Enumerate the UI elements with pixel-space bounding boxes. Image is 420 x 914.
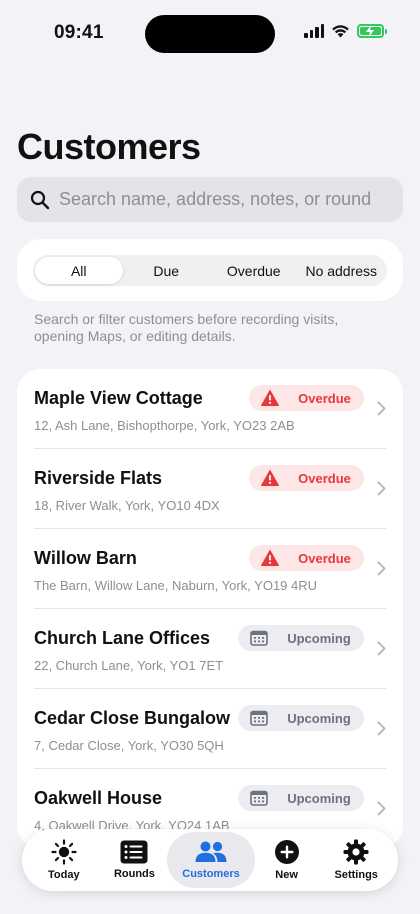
filter-all[interactable]: All xyxy=(35,257,123,284)
battery-icon xyxy=(357,24,387,38)
customer-name: Church Lane Offices xyxy=(34,628,211,648)
cellular-signal-icon xyxy=(304,24,324,38)
tab-bar: Today Rounds Customers New Settings xyxy=(22,829,398,891)
customer-name: Cedar Close Bungalow xyxy=(34,708,231,728)
customer-name: Oakwell House xyxy=(34,788,163,808)
status-label: Overdue xyxy=(298,550,351,566)
tab-label: Rounds xyxy=(113,868,155,880)
customer-address: 7, Cedar Close, York, YO30 5QH xyxy=(34,738,224,753)
customer-row[interactable]: Maple View Cottage Overdue 12, Ash Lane,… xyxy=(17,369,403,449)
customer-address: 18, River Walk, York, YO10 4DX xyxy=(34,498,220,513)
tab-label: New xyxy=(275,869,298,881)
dynamic-island xyxy=(145,15,275,53)
status-badge: Overdue xyxy=(249,385,364,411)
customers-screen: 09:41 Customers All xyxy=(0,0,420,914)
chevron-right-icon xyxy=(377,801,386,816)
filter-due[interactable]: Due xyxy=(123,257,211,284)
chevron-right-icon xyxy=(377,481,386,496)
status-bar: 09:41 xyxy=(0,0,420,62)
tab-label: Settings xyxy=(334,869,378,881)
status-label: Overdue xyxy=(298,390,351,406)
chevron-right-icon xyxy=(377,721,386,736)
warning-icon xyxy=(261,390,279,406)
customer-row[interactable]: Church Lane Offices Upcoming 22, Church … xyxy=(17,609,403,689)
chevron-right-icon xyxy=(377,561,386,576)
sun-icon xyxy=(51,839,77,865)
status-badge: Overdue xyxy=(249,465,364,491)
customer-name: Maple View Cottage xyxy=(34,388,203,408)
search-bar[interactable] xyxy=(17,177,403,222)
customer-row[interactable]: Willow Barn Overdue The Barn, Willow Lan… xyxy=(17,529,403,609)
tab-new[interactable]: New xyxy=(255,832,319,888)
customer-address: 22, Church Lane, York, YO1 7ET xyxy=(34,658,224,673)
tab-label: Customers xyxy=(182,868,240,880)
status-icons xyxy=(304,24,387,38)
calendar-icon xyxy=(250,790,268,806)
status-label: Upcoming xyxy=(287,630,351,646)
status-label: Overdue xyxy=(298,470,351,486)
chevron-right-icon xyxy=(377,401,386,416)
tab-settings[interactable]: Settings xyxy=(318,832,394,888)
wifi-icon xyxy=(332,25,349,38)
customer-name: Riverside Flats xyxy=(34,468,163,488)
tab-rounds[interactable]: Rounds xyxy=(102,832,168,888)
status-badge: Upcoming xyxy=(238,785,364,811)
calendar-icon xyxy=(250,630,268,646)
tab-label: Today xyxy=(48,869,80,881)
search-icon xyxy=(30,190,50,209)
status-badge: Overdue xyxy=(249,545,364,571)
helper-text: Search or filter customers before record… xyxy=(34,311,339,344)
gear-icon xyxy=(343,839,369,865)
calendar-icon xyxy=(250,710,268,726)
status-time: 09:41 xyxy=(54,22,104,43)
warning-icon xyxy=(261,470,279,486)
tab-today[interactable]: Today xyxy=(26,832,102,888)
status-label: Upcoming xyxy=(287,710,351,726)
status-label: Upcoming xyxy=(287,790,351,806)
filter-no-address[interactable]: No address xyxy=(298,257,386,284)
customer-address: The Barn, Willow Lane, Naburn, York, YO1… xyxy=(34,578,318,593)
filter-segmented-control: All Due Overdue No address xyxy=(33,255,387,286)
status-badge: Upcoming xyxy=(238,625,364,651)
customer-list: Maple View Cottage Overdue 12, Ash Lane,… xyxy=(17,369,403,849)
page-title: Customers xyxy=(17,126,201,167)
customer-row[interactable]: Cedar Close Bungalow Upcoming 7, Cedar C… xyxy=(17,689,403,769)
filter-card: All Due Overdue No address xyxy=(17,239,403,301)
people-icon xyxy=(195,841,227,862)
customer-row[interactable]: Riverside Flats Overdue 18, River Walk, … xyxy=(17,449,403,529)
list-icon xyxy=(120,840,148,864)
warning-icon xyxy=(261,550,279,566)
customer-address: 12, Ash Lane, Bishopthorpe, York, YO23 2… xyxy=(34,418,295,433)
filter-overdue[interactable]: Overdue xyxy=(210,257,298,284)
status-badge: Upcoming xyxy=(238,705,364,731)
tab-customers[interactable]: Customers xyxy=(167,832,255,888)
customer-name: Willow Barn xyxy=(34,548,137,568)
chevron-right-icon xyxy=(377,641,386,656)
plus-circle-icon xyxy=(274,840,299,864)
search-input[interactable] xyxy=(59,189,389,210)
